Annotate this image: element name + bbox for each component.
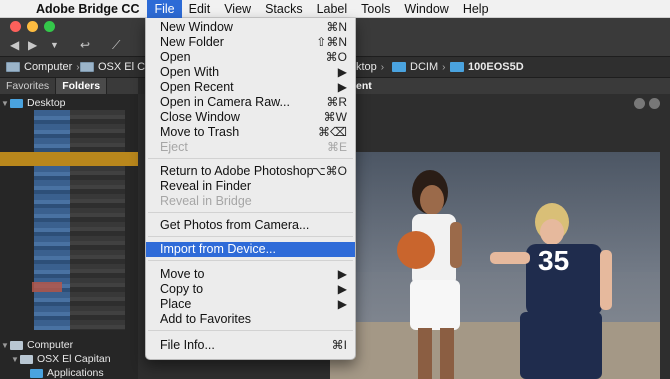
shortcut-label: ⌥⌘O	[311, 164, 347, 178]
menu-separator	[148, 236, 353, 237]
window-controls	[10, 21, 55, 32]
shortcut-label: ⌘N	[326, 20, 347, 34]
menu-help[interactable]: Help	[456, 0, 496, 18]
folder-icon	[450, 62, 464, 72]
folder-icon	[30, 368, 43, 378]
shortcut-label: ⌘W	[323, 110, 347, 124]
menu-item-get-photos-from-camera[interactable]: Get Photos from Camera...	[146, 218, 355, 233]
history-dropdown-icon[interactable]: ▼	[50, 40, 59, 50]
chevron-right-icon: ›	[380, 61, 385, 73]
submenu-arrow-icon: ▶	[337, 282, 347, 296]
menu-item-reveal-in-finder[interactable]: Reveal in Finder	[146, 179, 355, 194]
shortcut-label: ⌘⌫	[318, 125, 347, 139]
disclosure-triangle-icon[interactable]: ▼	[0, 341, 10, 350]
menu-window[interactable]: Window	[397, 0, 455, 18]
tab-folders[interactable]: Folders	[56, 78, 108, 94]
app-name-menu[interactable]: Adobe Bridge CC	[30, 0, 147, 18]
breadcrumb-dcim[interactable]: DCIM ›	[392, 61, 445, 73]
back-arrow-icon[interactable]: ◀	[10, 38, 19, 52]
breadcrumb-computer[interactable]: Computer ›	[6, 61, 80, 73]
menu-file[interactable]: File	[147, 0, 182, 18]
tab-content[interactable]: ent	[330, 78, 670, 94]
menu-bar: Adobe Bridge CC File Edit View Stacks La…	[0, 0, 670, 18]
boomerang-icon[interactable]: ↩	[80, 38, 90, 52]
menu-separator	[148, 260, 353, 261]
submenu-arrow-icon: ▶	[337, 65, 347, 79]
close-window-button[interactable]	[10, 21, 21, 32]
rotate-icon[interactable]	[634, 98, 645, 109]
tree-item-computer[interactable]: ▼ Computer	[0, 338, 138, 352]
menu-item-new-window[interactable]: New Window ⌘N	[146, 20, 355, 35]
menu-separator	[148, 330, 353, 331]
menu-item-add-to-favorites[interactable]: Add to Favorites	[146, 312, 355, 327]
shortcut-label: ⌘O	[325, 50, 347, 64]
menu-item-place[interactable]: Place ▶	[146, 297, 355, 312]
submenu-arrow-icon: ▶	[337, 267, 347, 281]
menu-edit[interactable]: Edit	[182, 0, 218, 18]
blurred-folder-names	[70, 110, 125, 330]
menu-item-open-with[interactable]: Open With ▶	[146, 65, 355, 80]
menu-item-open-in-camera-raw[interactable]: Open in Camera Raw... ⌘R	[146, 95, 355, 110]
disclosure-triangle-icon[interactable]: ▼	[0, 99, 10, 108]
drive-icon	[20, 354, 33, 364]
menu-item-new-folder[interactable]: New Folder ⇧⌘N	[146, 35, 355, 50]
photo-thumbnail[interactable]: 35	[330, 152, 660, 379]
menu-label[interactable]: Label	[310, 0, 355, 18]
menu-item-copy-to[interactable]: Copy to ▶	[146, 282, 355, 297]
menu-item-close-window[interactable]: Close Window ⌘W	[146, 110, 355, 125]
folder-icon	[392, 62, 406, 72]
shortcut-label: ⌘E	[326, 140, 347, 154]
breadcrumb-desktop[interactable]: ktop ›	[356, 61, 384, 73]
folder-icon	[10, 98, 23, 108]
panel-tabs: Favorites Folders	[0, 78, 138, 94]
breadcrumb-100eos5d[interactable]: 100EOS5D	[450, 61, 524, 73]
menu-item-file-info[interactable]: File Info... ⌘I	[146, 338, 355, 353]
menu-stacks[interactable]: Stacks	[258, 0, 310, 18]
menu-item-open[interactable]: Open ⌘O	[146, 50, 355, 65]
minimize-window-button[interactable]	[27, 21, 38, 32]
tab-favorites[interactable]: Favorites	[0, 78, 57, 94]
file-menu-dropdown: New Window ⌘N New Folder ⇧⌘N Open ⌘O Ope…	[145, 18, 356, 360]
menu-item-move-to[interactable]: Move to ▶	[146, 267, 355, 282]
submenu-arrow-icon: ▶	[337, 297, 347, 311]
tree-item-applications[interactable]: Applications	[0, 366, 138, 379]
menu-item-return-to-photoshop[interactable]: Return to Adobe Photoshop ⌥⌘O	[146, 164, 355, 179]
shortcut-label: ⌘R	[326, 95, 347, 109]
drive-icon	[80, 62, 94, 72]
submenu-arrow-icon: ▶	[337, 80, 347, 94]
menu-item-reveal-in-bridge: Reveal in Bridge	[160, 194, 252, 208]
menu-item-move-to-trash[interactable]: Move to Trash ⌘⌫	[146, 125, 355, 140]
selected-folder-row[interactable]	[0, 152, 138, 166]
basketball-players-illustration: 35	[397, 170, 612, 379]
settings-icon[interactable]	[649, 98, 660, 109]
menu-view[interactable]: View	[217, 0, 258, 18]
shortcut-label: ⌘I	[331, 338, 347, 352]
menu-item-open-recent[interactable]: Open Recent ▶	[146, 80, 355, 95]
shortcut-label: ⇧⌘N	[316, 35, 347, 49]
computer-icon	[10, 340, 23, 350]
menu-separator	[148, 158, 353, 159]
menu-item-import-from-device[interactable]: Import from Device...	[146, 242, 355, 257]
content-view-controls	[634, 98, 660, 109]
tree-item-volume[interactable]: ▼ OSX El Capitan	[0, 352, 138, 366]
camera-icon[interactable]: ⟋	[112, 38, 120, 53]
tree-item-desktop[interactable]: ▼ Desktop	[0, 96, 138, 110]
menu-separator	[148, 212, 353, 213]
chevron-right-icon: ›	[442, 61, 446, 73]
menu-item-eject: Eject ⌘E	[160, 140, 347, 154]
blurred-folder-item	[32, 282, 62, 292]
blurred-folder-list	[34, 110, 70, 330]
forward-arrow-icon[interactable]: ▶	[28, 38, 37, 52]
computer-icon	[6, 62, 20, 72]
svg-text:35: 35	[538, 245, 569, 276]
zoom-window-button[interactable]	[44, 21, 55, 32]
disclosure-triangle-icon[interactable]: ▼	[10, 355, 20, 364]
menu-tools[interactable]: Tools	[354, 0, 397, 18]
